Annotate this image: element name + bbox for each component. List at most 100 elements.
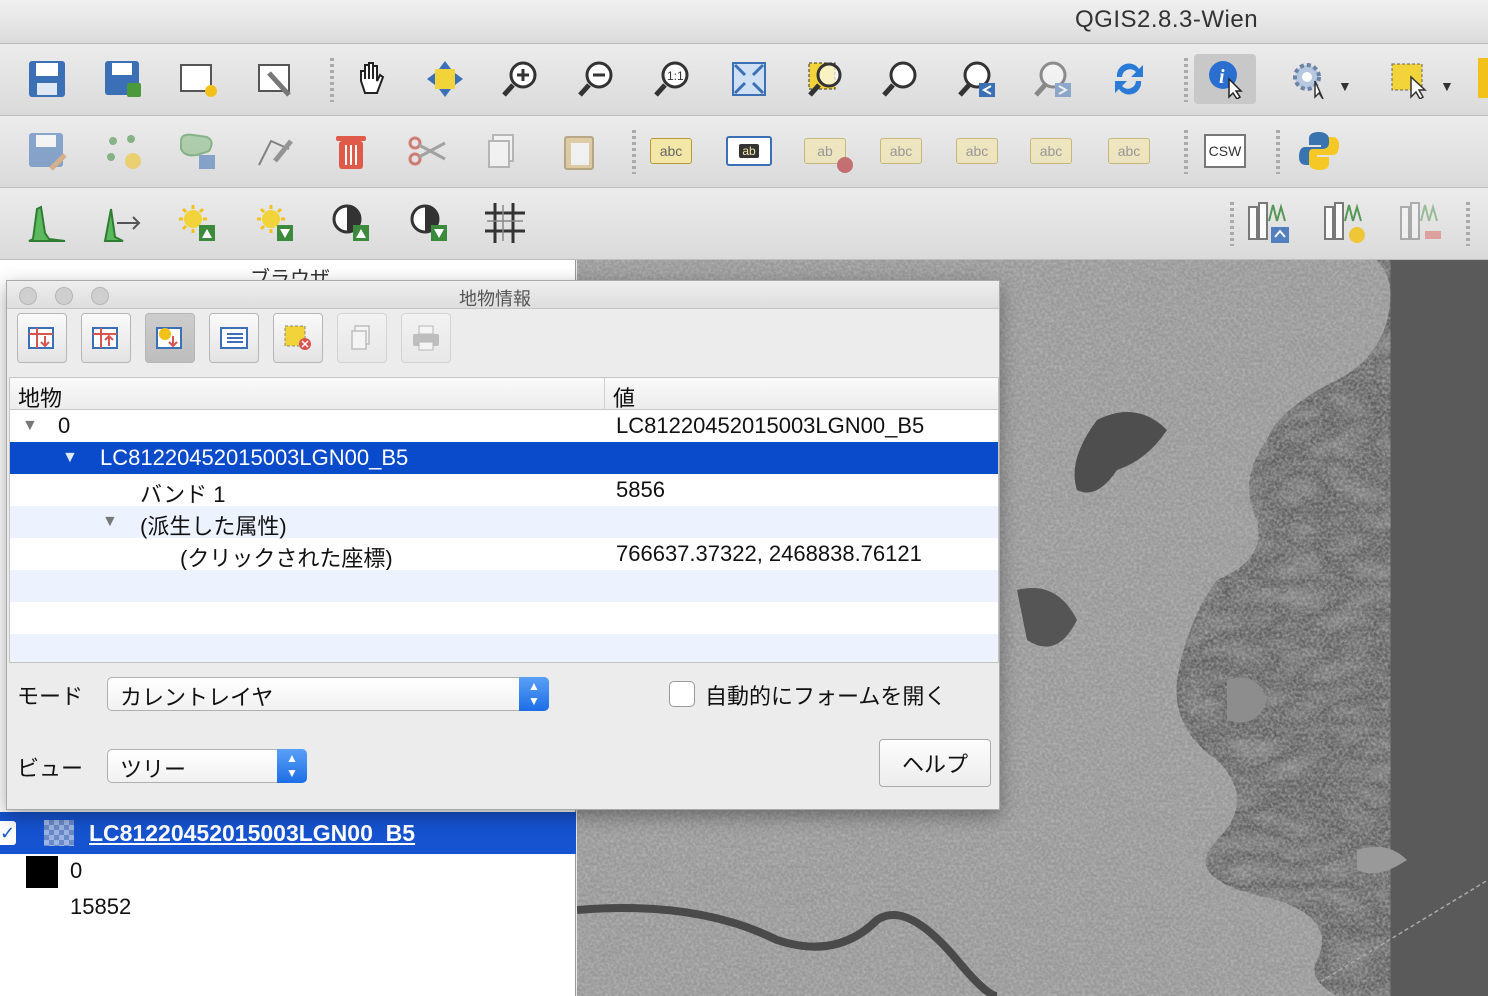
zoom-full-button[interactable]	[724, 54, 774, 104]
python-console-button[interactable]	[1294, 126, 1344, 176]
local-histogram-stretch-button[interactable]	[98, 198, 148, 248]
zoom-to-layer-button[interactable]	[876, 54, 926, 104]
add-feature-button[interactable]	[98, 126, 148, 176]
clear-results-button[interactable]	[273, 313, 323, 363]
toggle-editing-button[interactable]	[22, 126, 72, 176]
toolbar-separator	[632, 130, 636, 174]
copy-features-button[interactable]	[478, 126, 528, 176]
increase-brightness-button[interactable]	[172, 198, 222, 248]
raster-remove-icon	[1400, 202, 1441, 240]
python-icon	[1299, 132, 1339, 170]
layer-name: LC81220452015003LGN00_B5	[89, 820, 416, 846]
tree-row[interactable]: ▼ 0 LC81220452015003LGN00_B5	[10, 410, 998, 442]
column-header-feature[interactable]: 地物	[18, 381, 62, 413]
layer-visibility-checkbox[interactable]: ✓	[0, 821, 16, 845]
decrease-brightness-button[interactable]	[250, 198, 300, 248]
tree-row[interactable]: バンド 1 5856	[10, 474, 998, 507]
refresh-button[interactable]	[1104, 54, 1154, 104]
column-header-value[interactable]: 値	[604, 378, 635, 411]
collapse-tree-button[interactable]	[81, 313, 131, 363]
zoom-to-selection-button[interactable]	[800, 54, 850, 104]
pan-map-button[interactable]	[346, 54, 396, 104]
grid-button[interactable]	[480, 198, 530, 248]
pan-to-selection-button[interactable]	[420, 54, 470, 104]
mode-select[interactable]: カレントレイヤ ▲ ▼	[107, 677, 549, 711]
copy-icon	[488, 134, 514, 168]
print-button[interactable]	[401, 313, 451, 363]
toolbar-overflow-icon[interactable]	[1478, 58, 1488, 98]
save-project-button[interactable]	[22, 54, 72, 104]
zoom-last-button[interactable]	[952, 54, 1002, 104]
csw-metasearch-button[interactable]: CSW	[1200, 126, 1250, 176]
run-feature-action-button[interactable]	[1284, 54, 1334, 104]
new-print-composer-button[interactable]	[172, 54, 222, 104]
chevron-down-icon[interactable]: ▼	[1440, 78, 1454, 94]
rotate-label-button[interactable]: abc	[1026, 126, 1076, 176]
remove-raster-layer-button[interactable]	[1396, 198, 1446, 248]
zoom-1-1-icon: 1:1	[654, 61, 689, 97]
change-label-button[interactable]: abc	[1104, 126, 1154, 176]
expand-new-results-button[interactable]	[145, 313, 195, 363]
clipboard-icon	[564, 136, 594, 170]
window-title: QGIS2.8.3-Wien	[1075, 6, 1259, 33]
delete-selected-button[interactable]	[326, 126, 376, 176]
tree-row[interactable]: (クリックされた座標) 766637.37322, 2468838.76121	[10, 538, 998, 571]
tree-row-empty	[10, 634, 998, 662]
layer-item-selected[interactable]: ✓ LC81220452015003LGN00_B5	[0, 812, 576, 854]
increase-contrast-button[interactable]	[326, 198, 376, 248]
move-label-button[interactable]: abc	[952, 126, 1002, 176]
decrease-contrast-button[interactable]	[404, 198, 454, 248]
select-features-button[interactable]	[1384, 54, 1434, 104]
move-feature-button[interactable]	[172, 126, 222, 176]
help-button[interactable]: ヘルプ	[879, 739, 991, 787]
open-form-button[interactable]	[209, 313, 259, 363]
new-raster-layer-button[interactable]	[1320, 198, 1370, 248]
tree-row-empty	[10, 602, 998, 634]
highlight-pinned-labels-button[interactable]: ab	[800, 126, 853, 176]
save-as-button[interactable]	[98, 54, 148, 104]
layer-labeling-options-button[interactable]: abc	[646, 126, 696, 176]
mode-select-value: カレントレイヤ	[120, 685, 274, 710]
tree-row-key: (派生した属性)	[140, 514, 287, 539]
node-tool-button[interactable]	[250, 126, 300, 176]
hand-icon	[360, 62, 385, 94]
rotate-label-icon: abc	[1030, 138, 1072, 164]
highlight-label-icon: ab	[804, 138, 853, 173]
zoom-out-button[interactable]	[572, 54, 622, 104]
select-stepper-icon: ▲ ▼	[277, 749, 307, 783]
results-tree[interactable]: 地物 値 ▼ 0 LC81220452015003LGN00_B5 ▼ LC81…	[9, 377, 999, 663]
show-hide-labels-button[interactable]: abc	[876, 126, 926, 176]
collapse-arrow-icon[interactable]: ▼	[62, 449, 78, 467]
auto-open-form-checkbox[interactable]	[669, 681, 695, 707]
zoom-window-button[interactable]	[91, 287, 109, 305]
tree-row[interactable]: ▼ (派生した属性)	[10, 506, 998, 539]
scissors-icon	[408, 136, 446, 166]
expand-tree-button[interactable]	[17, 313, 67, 363]
paste-features-button[interactable]	[554, 126, 604, 176]
pin-labels-button[interactable]: ab	[724, 126, 774, 176]
zoom-next-button[interactable]	[1028, 54, 1078, 104]
new-composer-icon	[180, 64, 217, 97]
histogram-stretch-button[interactable]	[22, 198, 72, 248]
select-rectangle-icon	[1391, 63, 1427, 99]
view-select[interactable]: ツリー ▲ ▼	[107, 749, 307, 783]
mode-label: モード	[17, 684, 84, 709]
svg-text:1:1: 1:1	[667, 69, 684, 83]
zoom-in-button[interactable]	[496, 54, 546, 104]
edit-floppy-icon	[29, 133, 67, 171]
chevron-down-icon[interactable]: ▼	[1338, 78, 1352, 94]
collapse-arrow-icon[interactable]: ▼	[102, 513, 118, 531]
composer-manager-button[interactable]	[250, 54, 300, 104]
minimize-window-button[interactable]	[55, 287, 73, 305]
view-label: ビュー	[17, 756, 84, 781]
close-window-button[interactable]	[19, 287, 37, 305]
copy-feature-button[interactable]	[337, 313, 387, 363]
svg-text:i: i	[1219, 66, 1225, 88]
identify-features-button[interactable]: i	[1194, 54, 1256, 104]
label-abc-icon: abc	[650, 138, 692, 164]
collapse-arrow-icon[interactable]: ▼	[22, 417, 38, 435]
cut-features-button[interactable]	[402, 126, 452, 176]
add-raster-layer-button[interactable]	[1244, 198, 1294, 248]
zoom-native-resolution-button[interactable]: 1:1	[648, 54, 698, 104]
tree-row-selected[interactable]: ▼ LC81220452015003LGN00_B5	[10, 442, 998, 474]
